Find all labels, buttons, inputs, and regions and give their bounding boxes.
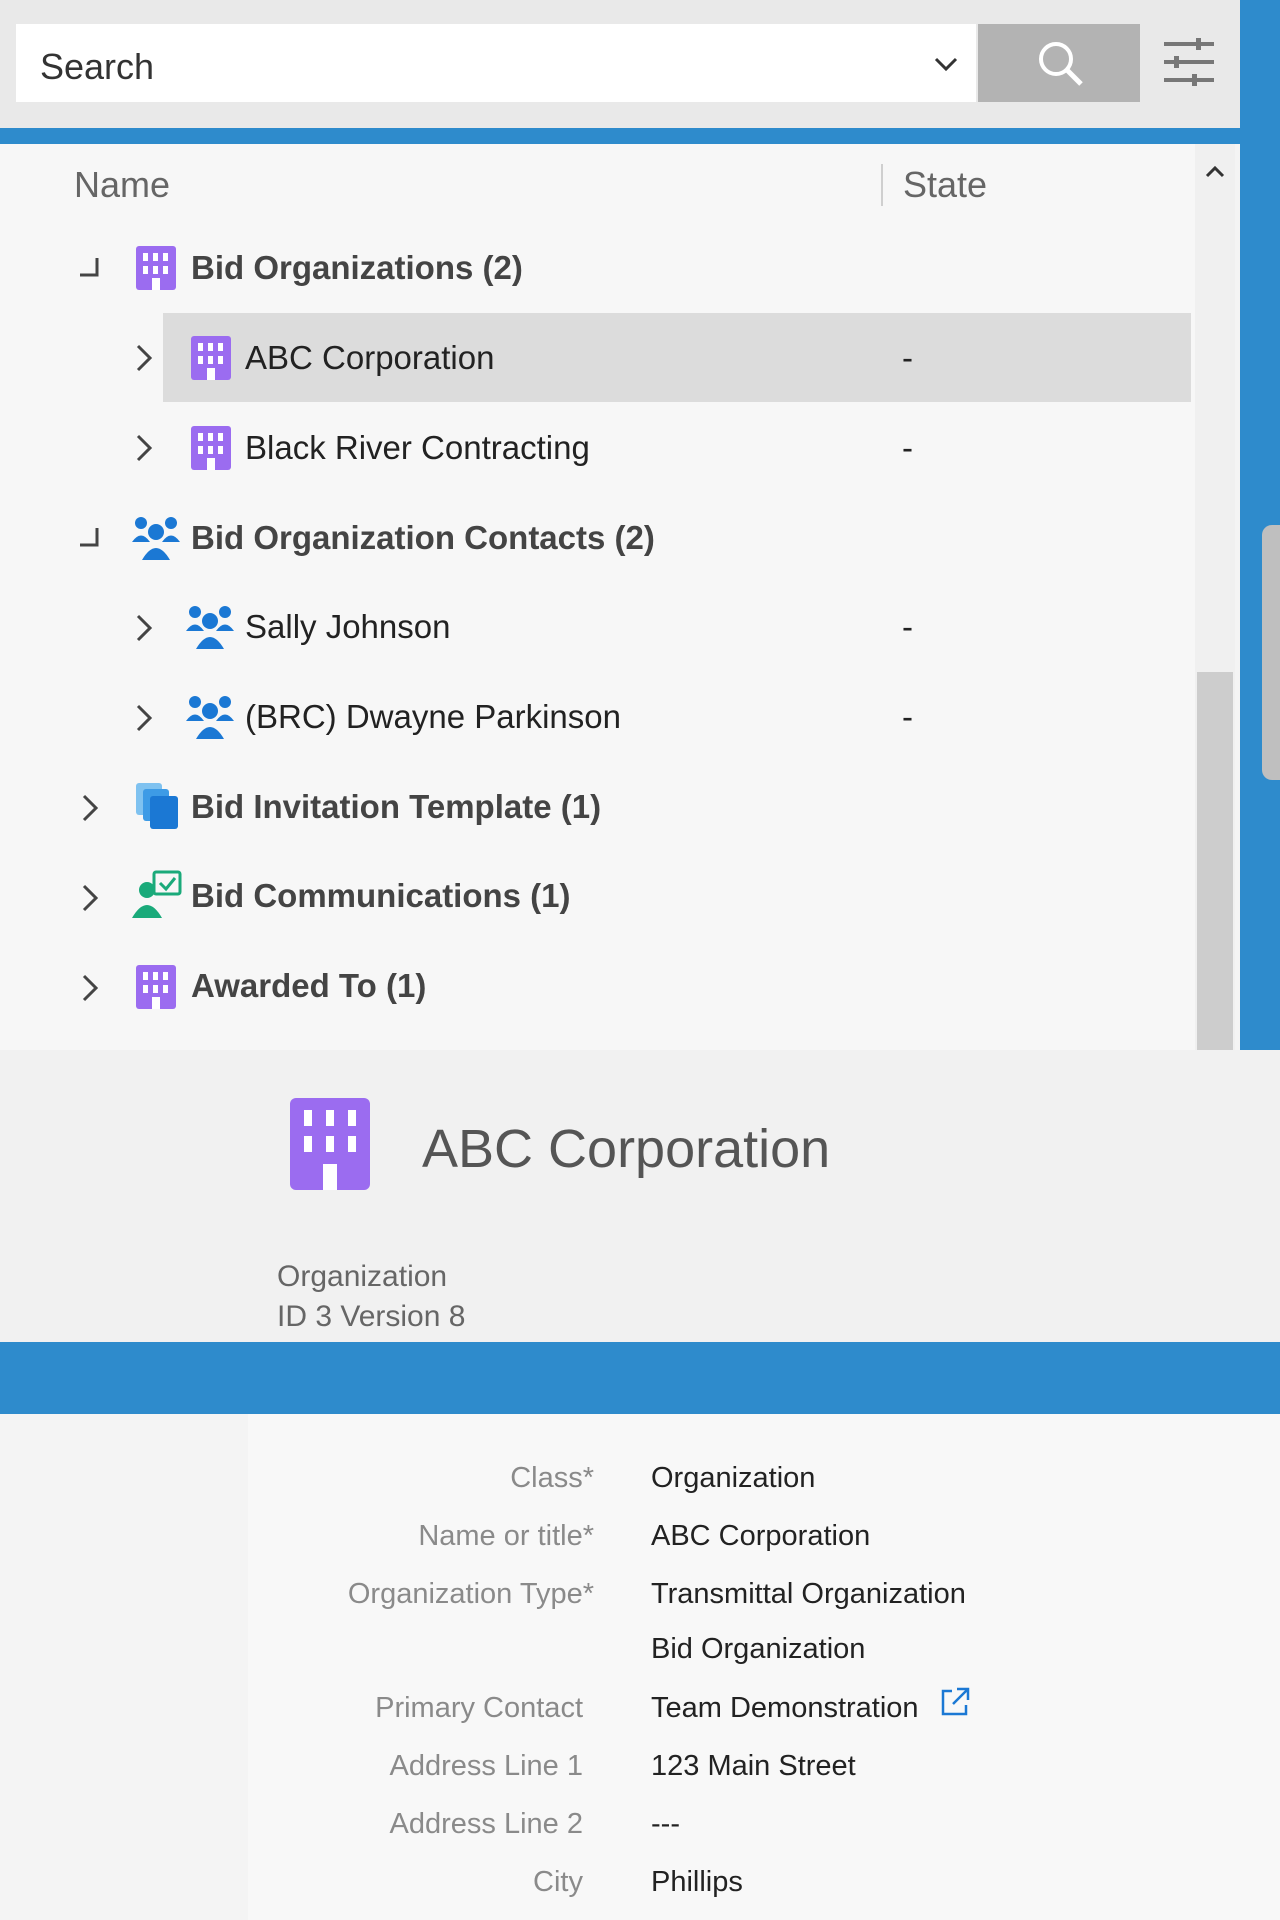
- contacts-icon: [132, 512, 180, 567]
- field-label-primary-contact: Primary Contact: [375, 1692, 583, 1724]
- expand-icon[interactable]: [132, 343, 156, 378]
- field-label-class: Class*: [510, 1462, 594, 1494]
- tree-item-label[interactable]: ABC Corporation: [245, 339, 494, 377]
- scroll-up-icon[interactable]: [1203, 160, 1227, 189]
- column-header-name[interactable]: Name: [74, 164, 170, 206]
- expand-icon[interactable]: [132, 703, 156, 738]
- search-placeholder: Search: [40, 46, 155, 87]
- collapse-icon[interactable]: [76, 524, 102, 555]
- tree-item-state: -: [902, 339, 913, 376]
- detail-header: [0, 1050, 1280, 1342]
- detail-tab-bar: [0, 1342, 1280, 1414]
- search-button[interactable]: [978, 24, 1140, 102]
- field-value-organization-type[interactable]: Transmittal Organization: [651, 1578, 966, 1611]
- organization-icon: [189, 334, 233, 387]
- tree-item-state: -: [902, 429, 913, 466]
- field-value-class[interactable]: Organization: [651, 1462, 815, 1495]
- open-link-icon[interactable]: [939, 1686, 971, 1723]
- tree-item-label[interactable]: Black River Contracting: [245, 429, 590, 467]
- filter-settings-icon[interactable]: [1162, 38, 1216, 91]
- tree-item-state: -: [902, 608, 913, 645]
- field-label-name: Name or title*: [418, 1520, 594, 1552]
- contacts-icon: [186, 691, 234, 746]
- field-value-address-line-1[interactable]: 123 Main Street: [651, 1750, 856, 1783]
- column-divider[interactable]: [881, 164, 883, 206]
- column-header-state[interactable]: State: [903, 164, 987, 206]
- organization-icon: [134, 963, 178, 1016]
- expand-icon[interactable]: [78, 793, 102, 828]
- field-label-city: City: [533, 1866, 583, 1898]
- detail-title: ABC Corporation: [422, 1119, 831, 1179]
- field-label-address-line-1: Address Line 1: [389, 1750, 583, 1782]
- tree-group-label[interactable]: Awarded To (1): [191, 967, 426, 1005]
- organization-icon: [189, 424, 233, 477]
- contacts-icon: [186, 601, 234, 656]
- tree-group-label[interactable]: Bid Organization Contacts (2): [191, 519, 655, 557]
- scrollbar-thumb[interactable]: [1197, 672, 1233, 1050]
- expand-icon[interactable]: [132, 613, 156, 648]
- expand-icon[interactable]: [78, 883, 102, 918]
- chevron-down-icon[interactable]: [932, 50, 960, 83]
- tree-item-label[interactable]: Sally Johnson: [245, 608, 450, 646]
- field-value-name[interactable]: ABC Corporation: [651, 1520, 870, 1553]
- field-value-primary-contact[interactable]: Team Demonstration: [651, 1692, 919, 1725]
- tree-group-label[interactable]: Bid Communications (1): [191, 877, 571, 915]
- field-value-address-line-2[interactable]: ---: [651, 1808, 680, 1841]
- search-input[interactable]: [16, 24, 976, 102]
- tree-item-label[interactable]: (BRC) Dwayne Parkinson: [245, 698, 621, 736]
- side-panel-handle[interactable]: [1262, 525, 1280, 780]
- field-value-city[interactable]: Phillips: [651, 1866, 743, 1899]
- expand-icon[interactable]: [132, 433, 156, 468]
- expand-icon[interactable]: [78, 973, 102, 1008]
- detail-id-version: ID 3 Version 8: [277, 1300, 466, 1333]
- documents-icon: [134, 781, 180, 836]
- organization-icon: [288, 1096, 372, 1197]
- detail-class-label: Organization: [277, 1260, 448, 1293]
- field-label-address-line-2: Address Line 2: [389, 1808, 583, 1840]
- search-icon: [1039, 42, 1083, 86]
- accent-bar: [0, 128, 1240, 144]
- collapse-icon[interactable]: [76, 254, 102, 285]
- tree-group-label[interactable]: Bid Invitation Template (1): [191, 788, 601, 826]
- field-value-organization-type-2[interactable]: Bid Organization: [651, 1633, 865, 1666]
- communication-icon: [132, 870, 182, 925]
- field-label-organization-type: Organization Type*: [347, 1578, 594, 1610]
- tree-group-label[interactable]: Bid Organizations (2): [191, 249, 523, 287]
- organization-icon: [134, 244, 178, 297]
- tree-item-state: -: [902, 698, 913, 735]
